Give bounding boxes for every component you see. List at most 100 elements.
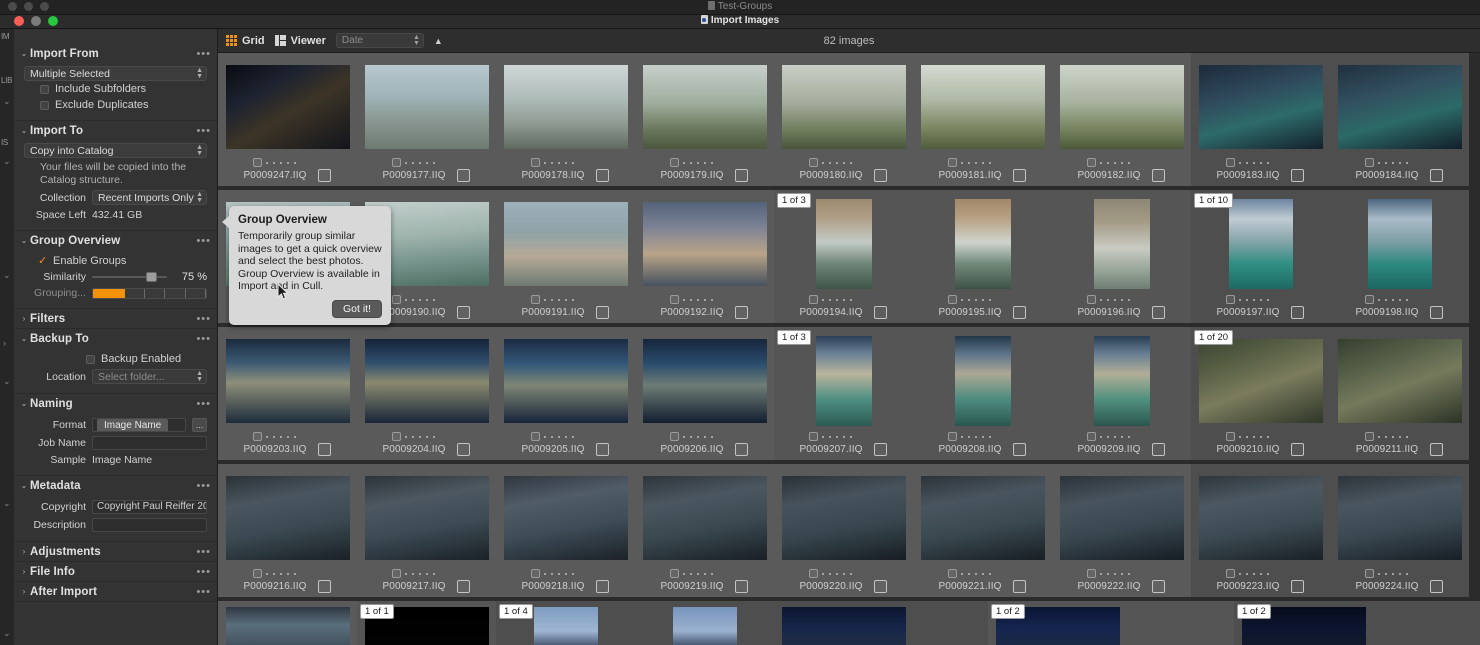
import-destination-select[interactable]: Copy into Catalog ▲ ▼ [24,143,207,158]
star-rating[interactable] [1239,161,1269,164]
star-dot[interactable] [1121,161,1123,164]
star-dot[interactable] [989,161,991,164]
select-checkbox[interactable] [392,432,401,441]
group-count-badge[interactable]: 1 of 3 [777,330,811,345]
select-checkbox[interactable] [1087,295,1096,304]
star-dot[interactable] [405,435,407,438]
star-dot[interactable] [843,572,845,575]
thumbnail-image[interactable] [225,476,350,560]
zoom-button[interactable] [48,16,58,26]
star-dot[interactable] [1385,435,1387,438]
star-dot[interactable] [412,435,414,438]
star-dot[interactable] [690,161,692,164]
star-dot[interactable] [683,435,685,438]
star-dot[interactable] [683,298,685,301]
star-dot[interactable] [968,572,970,575]
star-dot[interactable] [544,435,546,438]
star-dot[interactable] [551,161,553,164]
star-dot[interactable] [975,161,977,164]
thumbnail-cell[interactable]: P0009181.IIQ [913,53,1052,186]
thumbnail-image[interactable] [815,199,872,289]
star-dot[interactable] [294,572,296,575]
select-checkbox[interactable] [670,295,679,304]
star-dot[interactable] [266,572,268,575]
thumbnail-image[interactable] [1337,339,1462,423]
chevron-down-icon[interactable]: ⌄ [18,334,30,343]
import-source-select[interactable]: Multiple Selected ▲ ▼ [24,66,207,81]
star-dot[interactable] [426,572,428,575]
star-rating[interactable] [822,298,852,301]
star-dot[interactable] [850,161,852,164]
star-rating[interactable] [266,572,296,575]
job-name-input[interactable] [92,436,207,450]
star-dot[interactable] [1399,161,1401,164]
thumbnail-image[interactable] [225,607,350,645]
star-dot[interactable] [1107,435,1109,438]
thumbnail-cell[interactable]: P0009205.IIQ [496,327,635,460]
star-dot[interactable] [412,161,414,164]
chevron-down-icon[interactable]: ⌄ [18,236,30,245]
star-dot[interactable] [1100,161,1102,164]
star-dot[interactable] [822,435,824,438]
import-checkbox[interactable] [1013,443,1027,456]
star-dot[interactable] [822,572,824,575]
import-checkbox[interactable] [1430,306,1444,319]
star-dot[interactable] [836,572,838,575]
star-dot[interactable] [1378,572,1380,575]
select-checkbox[interactable] [1226,158,1235,167]
select-checkbox[interactable] [1087,569,1096,578]
star-dot[interactable] [989,435,991,438]
chevron-down-icon[interactable]: ⌄ [18,126,30,135]
star-dot[interactable] [1260,298,1262,301]
group-count-badge[interactable]: 1 of 4 [499,604,533,619]
select-checkbox[interactable] [1226,432,1235,441]
import-checkbox[interactable] [318,443,332,456]
star-dot[interactable] [565,161,567,164]
thumbnail-image[interactable] [225,65,350,149]
star-dot[interactable] [558,161,560,164]
star-dot[interactable] [405,161,407,164]
import-checkbox[interactable] [1430,443,1444,456]
star-rating[interactable] [1100,435,1130,438]
group-count-badge[interactable]: 1 of 1 [360,604,394,619]
thumbnail-cell[interactable]: P0009211.IIQ [1330,327,1469,460]
star-dot[interactable] [704,572,706,575]
star-dot[interactable] [1267,161,1269,164]
import-checkbox[interactable] [1291,169,1305,182]
star-dot[interactable] [822,161,824,164]
star-dot[interactable] [405,572,407,575]
star-dot[interactable] [850,298,852,301]
star-dot[interactable] [961,161,963,164]
select-checkbox[interactable] [1365,158,1374,167]
star-dot[interactable] [1385,298,1387,301]
star-dot[interactable] [1392,298,1394,301]
star-dot[interactable] [1100,298,1102,301]
thumbnail-cell[interactable]: P0009247.IIQ [218,53,357,186]
select-checkbox[interactable] [670,569,679,578]
thumbnail-image[interactable] [954,336,1011,426]
select-checkbox[interactable] [809,158,818,167]
star-dot[interactable] [287,161,289,164]
star-dot[interactable] [1267,435,1269,438]
import-checkbox[interactable] [1013,580,1027,593]
select-checkbox[interactable] [809,569,818,578]
star-dot[interactable] [829,572,831,575]
star-dot[interactable] [1392,435,1394,438]
enable-groups-row[interactable]: ✓ Enable Groups [24,253,207,269]
star-rating[interactable] [822,161,852,164]
thumbnail-image[interactable] [920,65,1045,149]
select-checkbox[interactable] [253,432,262,441]
star-rating[interactable] [405,161,435,164]
image-group[interactable]: 1 of 20 P0009210.IIQ P0009211.IIQ [1191,327,1469,460]
star-dot[interactable] [711,435,713,438]
select-checkbox[interactable] [670,158,679,167]
grid-view-button[interactable]: Grid [226,35,265,47]
star-dot[interactable] [836,435,838,438]
thumbnail-image[interactable] [364,65,489,149]
thumbnail-image[interactable] [920,476,1045,560]
star-dot[interactable] [412,298,414,301]
image-group[interactable]: 1 of 2 [988,601,1234,645]
select-checkbox[interactable] [809,432,818,441]
image-group[interactable]: 1 of 3 P0009194.IIQ P0009195.IIQ P0009196.I… [774,190,1191,323]
thumbnail-cell[interactable]: P0009197.IIQ [1191,190,1330,323]
